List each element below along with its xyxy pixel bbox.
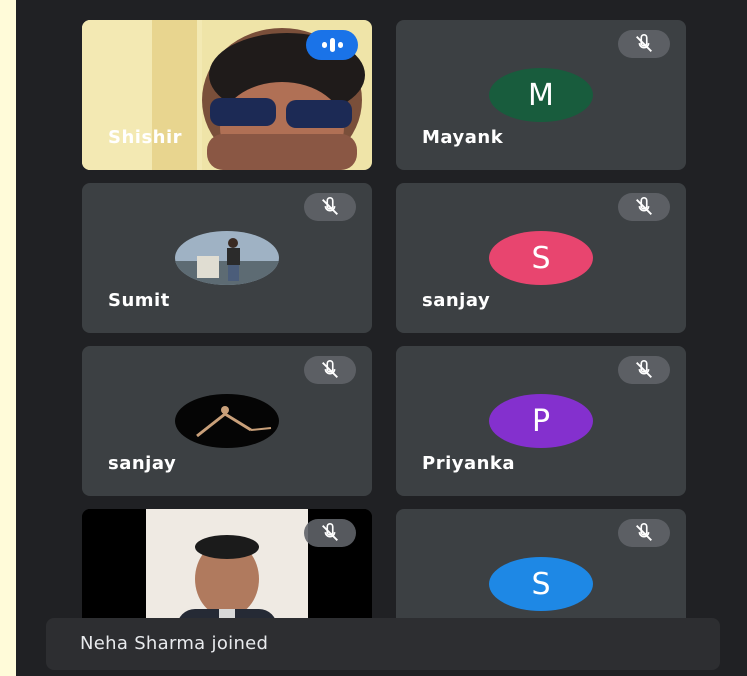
avatar-photo: [175, 231, 279, 285]
join-notification: Neha Sharma joined: [46, 618, 720, 670]
participant-tile-sanjay[interactable]: S sanjay: [396, 183, 686, 333]
avatar-initial: P: [489, 394, 593, 448]
participant-tile-mayank[interactable]: M Mayank: [396, 20, 686, 170]
mic-off-icon: [304, 356, 356, 384]
mic-off-icon: [618, 356, 670, 384]
participant-name: Mayank: [422, 127, 504, 148]
participant-tile-sumit[interactable]: Sumit: [82, 183, 372, 333]
notification-text: Neha Sharma joined: [80, 633, 269, 654]
participant-name: sanjay: [422, 290, 491, 311]
mic-off-icon: [618, 30, 670, 58]
participant-tile-shishir[interactable]: Shishir: [82, 20, 372, 170]
audio-level-icon: [306, 30, 358, 60]
participant-name: Priyanka: [422, 453, 516, 474]
participant-name: sanjay: [108, 453, 177, 474]
mic-off-icon: [618, 519, 670, 547]
avatar-initial: S: [489, 557, 593, 611]
meeting-grid: Shishir M Mayank Sumit S sanjay sanjay P…: [16, 0, 747, 676]
mic-off-icon: [304, 193, 356, 221]
participant-tile-sanjay-photo[interactable]: sanjay: [82, 346, 372, 496]
avatar-initial: M: [489, 68, 593, 122]
mic-off-icon: [618, 193, 670, 221]
participant-name: Shishir: [108, 127, 183, 148]
participant-tile-priyanka[interactable]: P Priyanka: [396, 346, 686, 496]
mic-off-icon: [304, 519, 356, 547]
avatar-photo: [175, 394, 279, 448]
avatar-initial: S: [489, 231, 593, 285]
participant-name: Sumit: [108, 290, 170, 311]
